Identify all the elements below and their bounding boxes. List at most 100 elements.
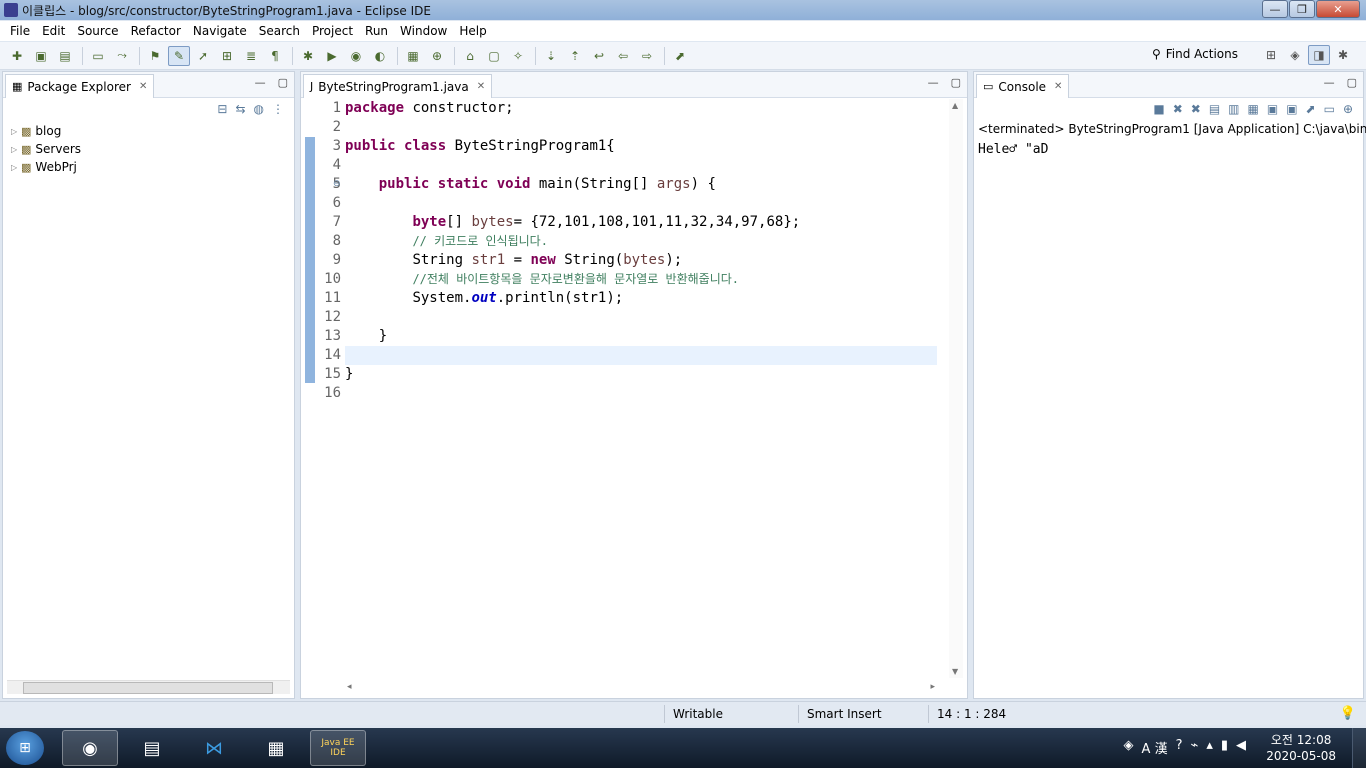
collapse-all-icon[interactable]: ⊟ [217,102,227,116]
network-globe-icon[interactable]: ◈ [1124,738,1134,757]
new-icon[interactable]: ✚ [6,46,28,66]
eclipse-taskbar-icon[interactable]: Java EE IDE [310,730,366,766]
start-button-icon[interactable]: ⊞ [6,731,44,765]
close-icon[interactable]: ✕ [477,81,485,92]
word-wrap-icon[interactable]: ≣ [240,46,262,66]
tree-item-blog[interactable]: ▷ ▩ blog [11,122,81,140]
open-console-icon[interactable]: ⬈ [669,46,691,66]
maximize-view-icon[interactable]: ▢ [278,76,288,89]
menu-source[interactable]: Source [71,24,124,38]
java-perspective-icon[interactable]: ◨ [1308,45,1330,65]
menu-navigate[interactable]: Navigate [187,24,253,38]
scrollbar-thumb[interactable] [23,682,273,694]
vscode-taskbar-icon[interactable]: ⋈ [186,730,242,766]
close-icon[interactable]: ✕ [139,81,147,92]
save-all-icon[interactable]: ▤ [54,46,76,66]
maximize-view-icon[interactable]: ▢ [951,76,961,89]
menu-file[interactable]: File [4,24,36,38]
horizontal-scrollbar[interactable] [7,680,290,694]
coverage-icon[interactable]: ◉ [345,46,367,66]
tip-bulb-icon[interactable]: 💡 [1340,706,1356,721]
search-tool-icon[interactable]: ✧ [507,46,529,66]
minimize-view-icon[interactable]: — [255,76,266,89]
java-ee-perspective-icon[interactable]: ◈ [1284,45,1306,65]
open-folder-icon[interactable]: ▢ [483,46,505,66]
show-hidden-icons-icon[interactable]: ▴ [1206,738,1213,757]
status-insert-mode[interactable]: Smart Insert [798,705,928,723]
open-console-icon[interactable]: ⊕ [1343,102,1353,116]
fold-collapse-icon[interactable]: ⊖ [333,179,341,189]
skip-breakpoints-icon[interactable]: ⤳ [111,46,133,66]
tab-bytestringprogram1-java[interactable]: J ByteStringProgram1.java ✕ [303,74,493,98]
terminal-icon[interactable]: ▭ [87,46,109,66]
remove-all-icon[interactable]: ✖ [1191,102,1201,116]
forward-icon[interactable]: ⇨ [636,46,658,66]
expand-arrow-icon[interactable]: ▷ [11,127,21,136]
file-explorer-taskbar-icon[interactable]: ▤ [124,730,180,766]
tab-console[interactable]: ▭ Console ✕ [976,74,1070,98]
run-icon[interactable]: ▶ [321,46,343,66]
ime-indicator[interactable]: A 漢 [1142,738,1168,757]
remove-launch-icon[interactable]: ✖ [1173,102,1183,116]
expand-arrow-icon[interactable]: ▷ [11,145,21,154]
power-icon[interactable]: ▮ [1221,738,1228,757]
close-button[interactable]: ✕ [1316,0,1360,18]
scroll-down-icon[interactable]: ▼ [952,667,958,676]
last-edit-icon[interactable]: ↩ [588,46,610,66]
scroll-right-icon[interactable]: ▸ [930,682,935,692]
scroll-left-icon[interactable]: ◂ [347,682,352,692]
previous-edit-icon[interactable]: ⇡ [564,46,586,66]
terminate-icon[interactable]: ■ [1153,102,1164,116]
menu-run[interactable]: Run [359,24,394,38]
minimize-view-icon[interactable]: — [1324,76,1335,89]
display-console-icon[interactable]: ▭ [1324,102,1335,116]
expand-arrow-icon[interactable]: ▷ [11,163,21,172]
menu-window[interactable]: Window [394,24,453,38]
show-console-on-error-icon[interactable]: ▣ [1286,102,1297,116]
chrome-taskbar-icon[interactable]: ◉ [62,730,118,766]
open-perspective-icon[interactable]: ⊞ [1260,45,1282,65]
back-icon[interactable]: ⇦ [612,46,634,66]
volume-icon[interactable]: ◀ [1236,738,1246,757]
show-console-on-output-icon[interactable]: ▣ [1267,102,1278,116]
block-selection-icon[interactable]: ⊞ [216,46,238,66]
link-with-editor-icon[interactable]: ⇆ [235,102,245,116]
help-icon[interactable]: ? [1176,738,1183,757]
save-icon[interactable]: ▣ [30,46,52,66]
clear-console-icon[interactable]: ▤ [1209,102,1220,116]
new-package-icon[interactable]: ▦ [402,46,424,66]
pin-console-icon[interactable]: ⬈ [1306,102,1316,116]
tree-item-servers[interactable]: ▷ ▩ Servers [11,140,81,158]
menu-project[interactable]: Project [306,24,359,38]
next-annotation-icon[interactable]: ➚ [192,46,214,66]
filters-icon[interactable]: ◍ [254,102,264,116]
scroll-up-icon[interactable]: ▲ [952,101,958,110]
scroll-lock-icon[interactable]: ▥ [1228,102,1239,116]
show-whitespace-icon[interactable]: ¶ [264,46,286,66]
maximize-button[interactable]: ❐ [1289,0,1315,18]
open-type-icon[interactable]: ⌂ [459,46,481,66]
find-actions[interactable]: ⚲ Find Actions [1152,47,1238,61]
debug-icon[interactable]: ✱ [297,46,319,66]
show-desktop-button[interactable] [1352,728,1366,768]
vertical-scrollbar[interactable]: ▲ ▼ [949,99,963,678]
word-wrap-icon[interactable]: ▦ [1248,102,1259,116]
code-editor[interactable]: 1 2 3 4 5 6 7 8 9 10 11 12 13 14 15 16 ⊖… [301,99,967,698]
tree-item-webprj[interactable]: ▷ ▩ WebPrj [11,158,81,176]
remote-app-taskbar-icon[interactable]: ▦ [248,730,304,766]
next-edit-icon[interactable]: ⇣ [540,46,562,66]
debug-perspective-icon[interactable]: ✱ [1332,45,1354,65]
menu-help[interactable]: Help [453,24,492,38]
highlight-icon[interactable]: ✎ [168,45,190,66]
new-class-icon[interactable]: ⊕ [426,46,448,66]
tab-package-explorer[interactable]: ▦ Package Explorer ✕ [5,74,155,98]
pin-icon[interactable]: ⚑ [144,46,166,66]
clock[interactable]: 오전 12:08 2020-05-08 [1266,732,1336,764]
view-menu-icon[interactable]: ⋮ [272,102,284,116]
ime-settings-icon[interactable]: ⌁ [1190,738,1198,757]
maximize-view-icon[interactable]: ▢ [1347,76,1357,89]
minimize-button[interactable]: — [1262,0,1288,18]
horizontal-scrollbar[interactable]: ◂ ▸ [345,682,937,696]
menu-edit[interactable]: Edit [36,24,71,38]
external-tools-icon[interactable]: ◐ [369,46,391,66]
